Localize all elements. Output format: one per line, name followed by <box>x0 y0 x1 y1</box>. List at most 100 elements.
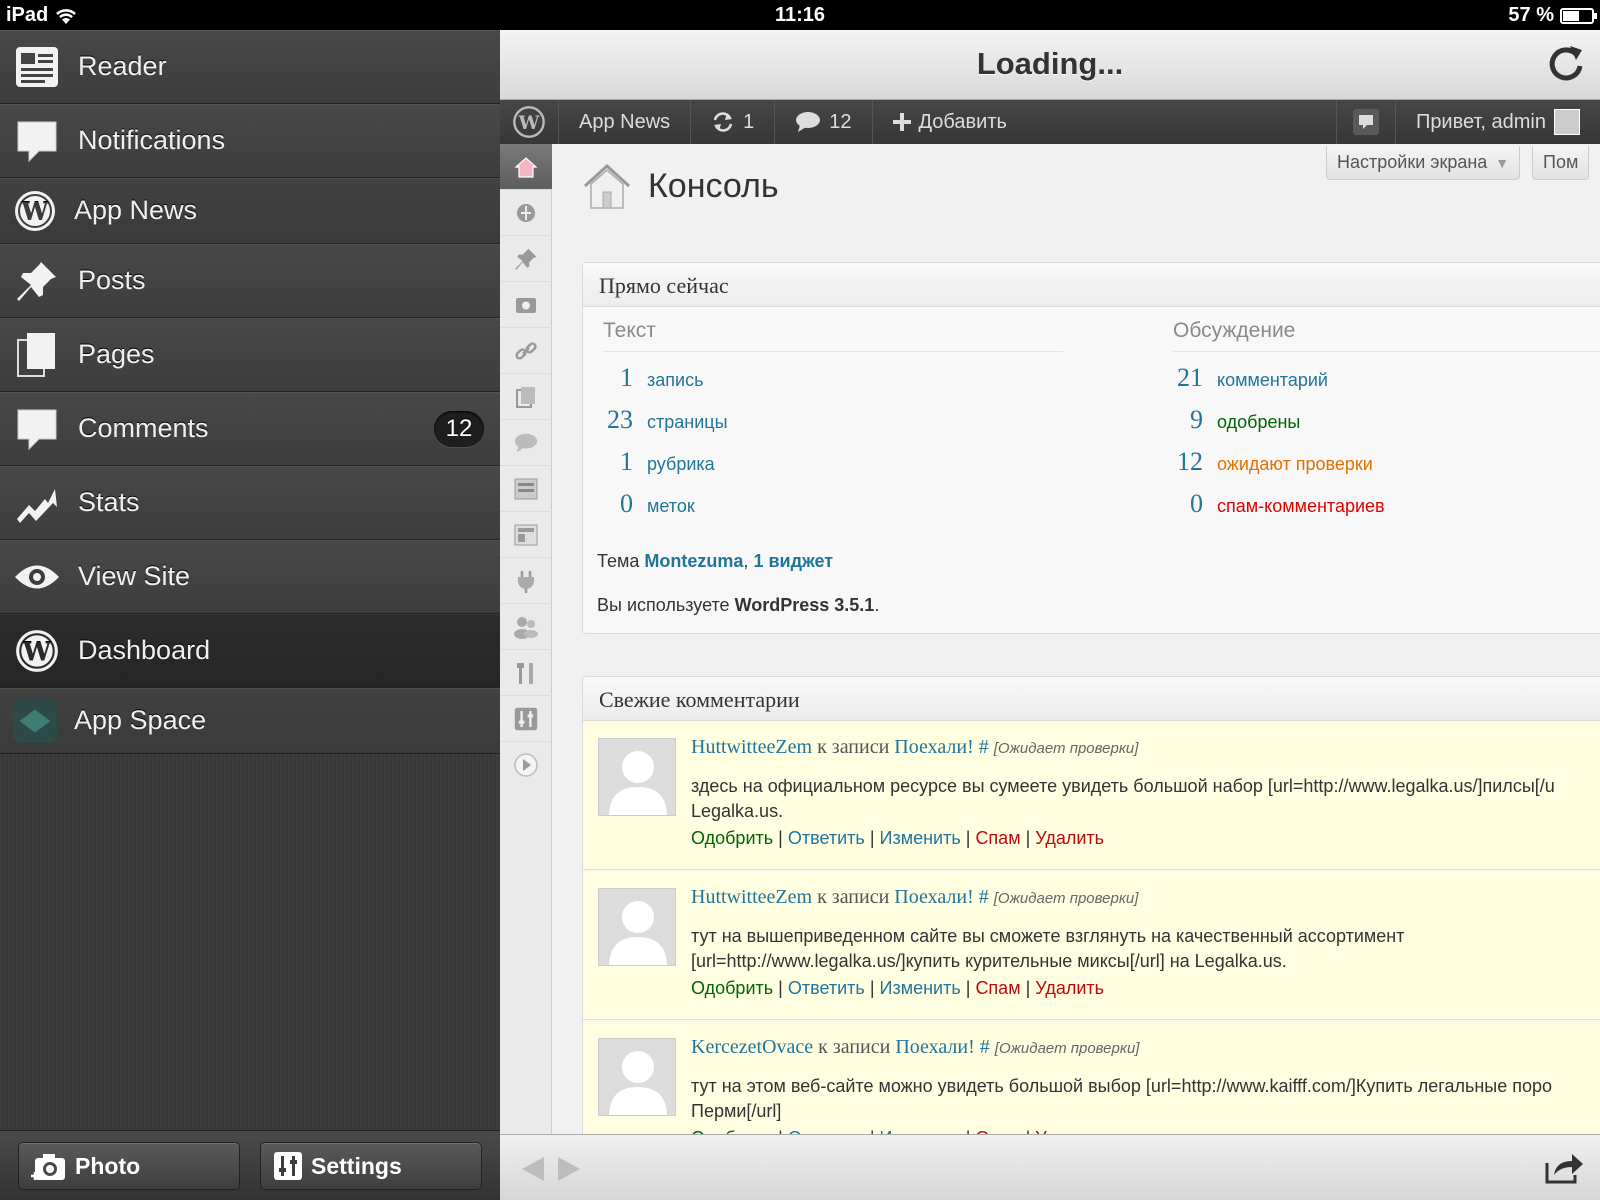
comment-item: HuttwitteeZem к записи Поехали! # [Ожида… <box>583 722 1600 870</box>
menu-forms-icon[interactable] <box>500 466 552 512</box>
discussion-stat-pending[interactable]: 12 ожидают проверки <box>1161 447 1373 477</box>
add-new-label: Добавить <box>918 110 1007 133</box>
screen-options-label: Настройки экрана <box>1337 152 1488 172</box>
comment-on-post-text: к записи <box>817 736 890 758</box>
separator: | <box>965 978 971 998</box>
dashboard-content: Настройки экрана ▼ Пом Консоль Прямо сей… <box>552 144 1600 1134</box>
adminbar-site-link[interactable]: App News <box>559 100 692 144</box>
adminbar-comments[interactable]: 12 <box>775 100 873 144</box>
reply-link[interactable]: Ответить <box>788 828 865 848</box>
discussion-stat-comments[interactable]: 21 комментарий <box>1161 363 1328 393</box>
sidebar-item-dashboard[interactable]: W Dashboard <box>0 614 500 688</box>
adminbar-add-new[interactable]: Добавить <box>873 100 1027 144</box>
theme-info: Тема Montezuma, 1 виджет <box>597 551 833 572</box>
menu-users-icon[interactable] <box>500 604 552 650</box>
theme-name-link[interactable]: Montezuma <box>644 551 743 571</box>
stat-number: 12 <box>1177 447 1203 476</box>
adminbar-updates[interactable]: 1 <box>691 100 776 144</box>
menu-plugins-icon[interactable] <box>500 558 552 604</box>
content-stat-categories[interactable]: 1 рубрика <box>591 447 715 477</box>
status-bar: iPad 11:16 57 % <box>0 0 1600 30</box>
photo-button[interactable]: Photo <box>18 1142 240 1190</box>
comment-permalink[interactable]: # <box>979 886 989 908</box>
stat-number: 0 <box>1190 489 1203 518</box>
spam-link[interactable]: Спам <box>975 828 1020 848</box>
sidebar-item-notifications[interactable]: Notifications <box>0 104 500 178</box>
menu-pages-icon[interactable] <box>500 374 552 420</box>
screen-options-button[interactable]: Настройки экрана ▼ <box>1326 146 1521 180</box>
widgets-link[interactable]: 1 виджет <box>753 551 833 571</box>
settings-button[interactable]: Settings <box>260 1142 482 1190</box>
comment-post-link[interactable]: Поехали! <box>894 736 973 758</box>
settings-button-label: Settings <box>311 1152 402 1179</box>
content-column-heading: Текст <box>603 319 1063 352</box>
comment-actions: Одобрить | Ответить | Изменить | Спам | … <box>691 828 1104 849</box>
menu-settings-icon[interactable] <box>500 696 552 742</box>
version-info: Вы используете WordPress 3.5.1. <box>597 595 879 616</box>
comment-post-link[interactable]: Поехали! <box>895 1036 974 1058</box>
discussion-stat-approved[interactable]: 9 одобрены <box>1161 405 1300 435</box>
sidebar-item-view-site[interactable]: View Site <box>0 540 500 614</box>
delete-link[interactable]: Удалить <box>1035 978 1104 998</box>
camera-icon <box>31 1154 65 1180</box>
menu-appearance-icon[interactable] <box>500 512 552 558</box>
collapse-menu-icon[interactable] <box>500 742 552 788</box>
wordpress-icon: W <box>14 628 60 674</box>
sidebar-item-posts[interactable]: Posts <box>0 244 500 318</box>
discussion-stat-spam[interactable]: 0 спам-комментариев <box>1161 489 1385 519</box>
home-icon <box>583 163 631 209</box>
refresh-icon[interactable] <box>1546 44 1586 84</box>
menu-posts-icon[interactable] <box>500 236 552 282</box>
sidebar-item-comments[interactable]: Comments 12 <box>0 392 500 466</box>
spam-link[interactable]: Спам <box>975 978 1020 998</box>
help-button[interactable]: Пом <box>1532 146 1590 180</box>
share-icon[interactable] <box>1544 1151 1584 1185</box>
sidebar-item-app-news[interactable]: W App News <box>0 178 500 244</box>
stat-number: 1 <box>620 363 633 392</box>
menu-tools-icon[interactable] <box>500 650 552 696</box>
sidebar-item-reader[interactable]: Reader <box>0 30 500 104</box>
menu-media-icon[interactable] <box>500 282 552 328</box>
content-stat-tags[interactable]: 0 меток <box>591 489 695 519</box>
sidebar-item-app-space[interactable]: App Space <box>0 688 500 754</box>
wp-logo-icon[interactable]: W <box>500 100 559 144</box>
menu-links-icon[interactable] <box>500 328 552 374</box>
theme-separator: , <box>743 551 749 571</box>
adminbar-account[interactable]: Привет, admin <box>1396 100 1600 144</box>
adminbar-notification[interactable] <box>1335 100 1396 144</box>
approve-link[interactable]: Одобрить <box>691 978 773 998</box>
comment-on-post-text: к записи <box>817 886 890 908</box>
comment-permalink[interactable]: # <box>979 736 989 758</box>
version-suffix: . <box>874 595 880 615</box>
sidebar-item-label: App Space <box>74 705 207 735</box>
sidebar-item-label: Dashboard <box>78 635 211 665</box>
menu-jetpack-icon[interactable] <box>500 190 552 236</box>
delete-link[interactable]: Удалить <box>1035 828 1104 848</box>
page-title: Консоль <box>648 166 779 205</box>
comment-text-line: Перми[/url] <box>691 1101 782 1121</box>
reply-link[interactable]: Ответить <box>788 978 865 998</box>
comment-author-link[interactable]: HuttwitteeZem <box>691 886 812 908</box>
content-stat-posts[interactable]: 1 запись <box>591 363 703 393</box>
edit-link[interactable]: Изменить <box>880 828 961 848</box>
edit-link[interactable]: Изменить <box>880 978 961 998</box>
comment-author-link[interactable]: HuttwitteeZem <box>691 736 812 758</box>
sidebar-item-pages[interactable]: Pages <box>0 318 500 392</box>
stat-label: одобрены <box>1217 412 1301 432</box>
comment-permalink[interactable]: # <box>980 1036 990 1058</box>
stat-number: 1 <box>620 447 633 476</box>
content-stat-pages[interactable]: 23 страницы <box>591 405 728 435</box>
menu-dashboard-icon[interactable] <box>500 144 552 190</box>
sidebar-item-stats[interactable]: Stats <box>0 466 500 540</box>
back-arrow-icon[interactable] <box>520 1155 546 1183</box>
comment-post-link[interactable]: Поехали! <box>894 886 973 908</box>
forward-arrow-icon[interactable] <box>556 1155 582 1183</box>
dropdown-arrow-icon: ▼ <box>1495 154 1510 171</box>
comment-text: тут на вышеприведенном сайте вы сможете … <box>691 924 1600 974</box>
approve-link[interactable]: Одобрить <box>691 828 773 848</box>
stat-number: 0 <box>620 489 633 518</box>
comment-text-line: тут на этом веб-сайте можно увидеть боль… <box>691 1076 1553 1096</box>
comment-author-link[interactable]: KercezetOvace <box>691 1036 813 1058</box>
browser-toolbar <box>500 1134 1600 1200</box>
menu-comments-icon[interactable] <box>500 420 552 466</box>
